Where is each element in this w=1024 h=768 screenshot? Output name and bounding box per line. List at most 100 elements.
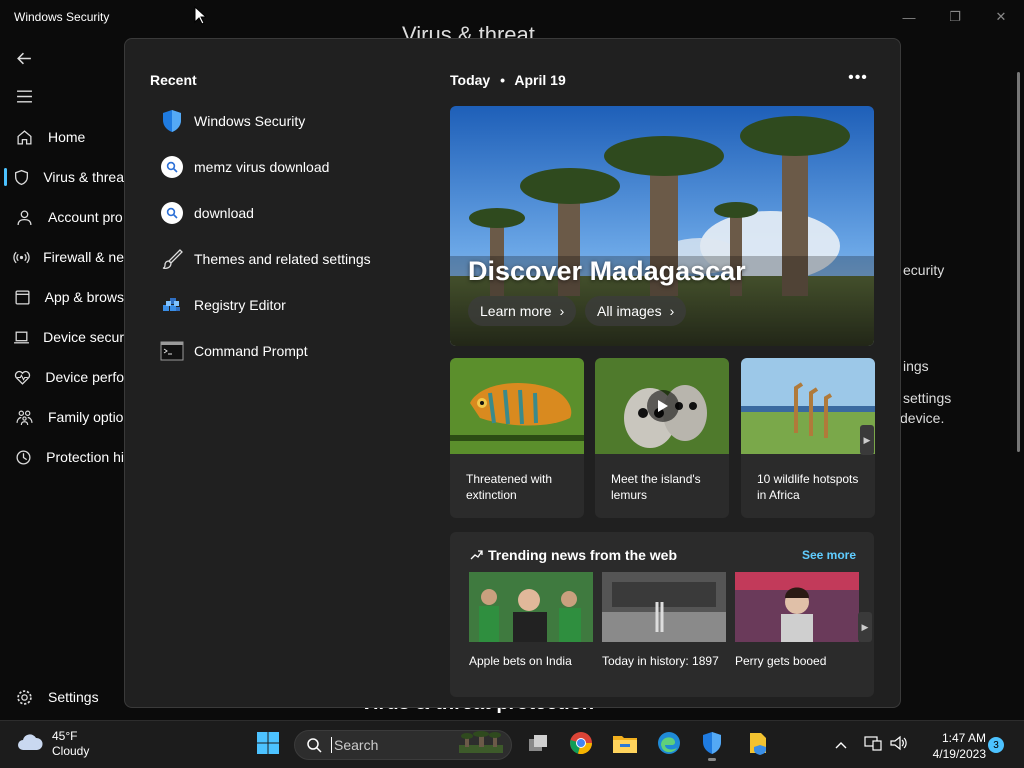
news-item-apple-india[interactable]: Apple bets on India [469, 572, 593, 668]
search-icon-wrap [150, 202, 194, 224]
card-caption: 10 wildlife hotspots in Africa [757, 472, 859, 502]
news-item-history-1897[interactable]: Today in history: 1897 [602, 572, 726, 668]
weather-text: 45°F Cloudy [52, 729, 89, 759]
recent-item-download[interactable]: download [150, 193, 420, 233]
sidebar-item-label: Firewall & ne [43, 249, 124, 265]
windows-security-taskbar-button[interactable] [694, 729, 730, 761]
search-input[interactable] [334, 737, 454, 753]
gear-icon [0, 689, 48, 706]
more-options-button[interactable]: ••• [845, 67, 871, 89]
start-button[interactable] [250, 729, 286, 761]
all-images-button[interactable]: All images › [585, 296, 687, 326]
hero-card-madagascar[interactable]: Discover Madagascar Learn more › All ima… [450, 106, 874, 346]
today-label: Today [450, 72, 491, 88]
cloud-icon [16, 732, 44, 757]
chevron-right-icon: › [669, 303, 675, 319]
sidebar-item-account-protection[interactable]: Account pro [0, 199, 124, 235]
recent-item-registry-editor[interactable]: Registry Editor [150, 285, 420, 325]
close-button[interactable]: ✕ [978, 6, 1024, 28]
recent-item-themes-settings[interactable]: Themes and related settings [150, 239, 420, 279]
edge-icon [657, 731, 681, 760]
chrome-icon [569, 731, 593, 760]
home-icon [0, 129, 48, 146]
sidebar-item-label: App & brows [44, 289, 124, 305]
file-explorer-button[interactable] [607, 729, 643, 761]
news-caption: Apple bets on India [469, 654, 572, 668]
sidebar-item-family-options[interactable]: Family optio [0, 399, 124, 435]
taskbar-search-box[interactable] [294, 730, 512, 760]
clock-time: 1:47 AM [941, 731, 986, 745]
recent-item-memz-virus-download[interactable]: memz virus download [150, 147, 420, 187]
news-scroll-right-button[interactable]: ▶ [858, 612, 872, 642]
edge-button[interactable] [651, 729, 687, 761]
card-chameleon[interactable]: Threatened with extinction [450, 358, 584, 518]
trending-heading-text: Trending news from the web [488, 547, 678, 563]
sidebar-item-virus-threat[interactable]: Virus & threa [0, 159, 124, 195]
weather-temp: 45°F [52, 729, 78, 743]
windows-logo-icon [256, 731, 280, 760]
back-arrow-icon [0, 50, 48, 67]
app-taskbar-button[interactable] [740, 729, 776, 761]
scrollbar[interactable] [1017, 72, 1020, 452]
bg-text-security: ecurity [903, 262, 945, 278]
task-view-icon [527, 733, 549, 758]
news-item-perry-booed[interactable]: Perry gets booed [735, 572, 859, 668]
learn-more-button[interactable]: Learn more › [468, 296, 577, 326]
recent-heading: Recent [150, 72, 197, 88]
sidebar-item-protection-history[interactable]: Protection hi [0, 439, 124, 475]
sidebar-item-firewall[interactable]: Firewall & ne [0, 239, 124, 275]
today-heading: Today • April 19 [450, 72, 566, 88]
sidebar-item-app-browser[interactable]: App & brows [0, 279, 124, 315]
chameleon-image [450, 358, 584, 454]
notification-badge[interactable]: 3 [988, 737, 1004, 753]
sidebar-item-device-security[interactable]: Device secur [0, 319, 124, 355]
hamburger-menu-button[interactable] [0, 78, 124, 114]
bg-text-settings: settings [903, 390, 952, 406]
chevron-up-icon [835, 736, 847, 754]
sidebar-item-label: Account pro [48, 209, 123, 225]
sidebar-item-label: Protection hi [46, 449, 124, 465]
play-video-icon[interactable] [647, 390, 679, 422]
news-caption: Today in history: 1897 [602, 654, 719, 668]
giraffes-image [741, 358, 875, 454]
cards-scroll-right-button[interactable]: ▶ [860, 425, 874, 455]
search-flyout: Recent Windows Security memz virus downl… [124, 38, 901, 708]
trending-arrow-icon [470, 547, 483, 563]
sidebar: Home Virus & threa Account pro Firewall … [0, 40, 124, 720]
see-more-link[interactable]: See more [802, 548, 856, 562]
news-thumb-perry [735, 572, 859, 642]
learn-more-label: Learn more [480, 303, 552, 319]
sidebar-item-label: Virus & threa [43, 169, 124, 185]
news-caption: Perry gets booed [735, 654, 827, 668]
clock[interactable]: 1:47 AM 4/19/2023 [916, 730, 986, 762]
sidebar-item-label: Device secur [43, 329, 124, 345]
sidebar-item-settings[interactable]: Settings [0, 679, 124, 715]
back-button[interactable] [0, 40, 124, 76]
folder-icon [612, 732, 638, 759]
bg-text-device: device. [900, 410, 945, 426]
minimize-button[interactable]: — [886, 6, 932, 28]
weather-widget[interactable]: 45°F Cloudy [16, 729, 89, 759]
active-indicator [4, 168, 7, 186]
quick-settings-button[interactable] [860, 729, 912, 761]
text-caret [331, 737, 332, 753]
history-icon [0, 449, 46, 466]
recent-item-command-prompt[interactable]: Command Prompt [150, 331, 420, 371]
search-icon-wrap [150, 156, 194, 178]
volume-icon [890, 735, 908, 756]
today-separator: • [500, 72, 505, 88]
search-icon [305, 736, 323, 754]
sidebar-item-home[interactable]: Home [0, 119, 124, 155]
sidebar-item-device-performance[interactable]: Device perfo [0, 359, 124, 395]
recent-item-windows-security[interactable]: Windows Security [150, 101, 420, 141]
task-view-button[interactable] [520, 729, 556, 761]
person-icon [0, 209, 48, 226]
card-lemurs[interactable]: Meet the island's lemurs [595, 358, 729, 518]
show-hidden-icons-button[interactable] [830, 729, 852, 761]
maximize-button[interactable]: ❐ [932, 6, 978, 28]
chrome-button[interactable] [563, 729, 599, 761]
laptop-icon [0, 329, 43, 346]
card-wildlife-africa[interactable]: 10 wildlife hotspots in Africa [741, 358, 875, 518]
sidebar-item-label: Family optio [48, 409, 124, 425]
heart-icon [0, 369, 45, 386]
